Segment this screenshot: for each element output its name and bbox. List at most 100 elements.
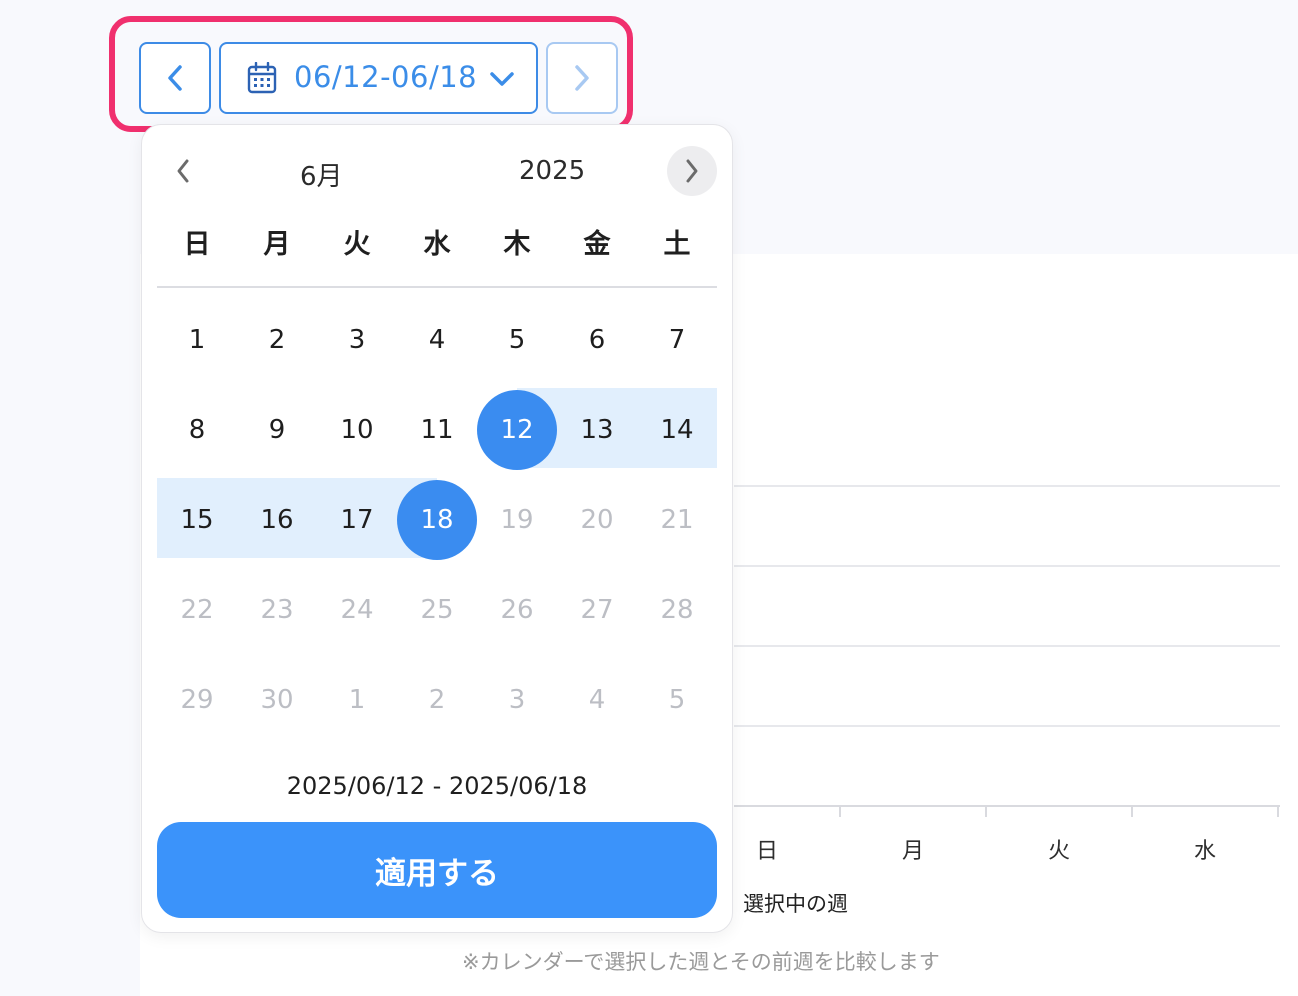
calendar-day-number: 14	[660, 415, 694, 445]
calendar-day-disabled: 30	[237, 660, 317, 740]
calendar-day-number: 15	[180, 505, 214, 535]
calendar-day[interactable]: 4	[397, 300, 477, 380]
calendar-day-number: 9	[268, 415, 286, 445]
next-month-button[interactable]	[667, 146, 717, 196]
date-range-dropdown[interactable]: 06/12-06/18	[219, 42, 538, 114]
weekday-label: 日	[183, 229, 211, 260]
calendar-day-disabled: 1	[317, 660, 397, 740]
calendar-day-number: 1	[348, 685, 366, 715]
calendar-day-number: 4	[588, 685, 606, 715]
weekday-label: 水	[423, 229, 451, 260]
calendar-day-disabled: 22	[157, 570, 237, 650]
calendar-day-number: 2	[428, 685, 446, 715]
calendar-day-number: 27	[580, 595, 614, 625]
prev-month-button[interactable]	[164, 148, 202, 194]
calendar-day-number: 5	[508, 325, 526, 355]
date-range-label: 06/12-06/18	[294, 60, 478, 94]
calendar-day[interactable]: 11	[397, 390, 477, 470]
calendar-day[interactable]: 3	[317, 300, 397, 380]
chevron-left-icon	[168, 65, 182, 91]
calendar-day[interactable]: 6	[557, 300, 637, 380]
calendar-day[interactable]: 10	[317, 390, 397, 470]
calendar-day[interactable]: 16	[237, 480, 317, 560]
calendar-day-number: 24	[340, 595, 374, 625]
calendar-day[interactable]: 7	[637, 300, 717, 380]
calendar-day[interactable]: 9	[237, 390, 317, 470]
calendar-day-number: 26	[500, 595, 534, 625]
calendar-icon	[247, 62, 277, 94]
calendar-day-disabled: 23	[237, 570, 317, 650]
calendar-day-number: 4	[428, 325, 446, 355]
calendar-day[interactable]: 14	[637, 390, 717, 470]
calendar-divider	[157, 286, 717, 288]
calendar-day-number: 20	[580, 505, 614, 535]
next-week-button[interactable]	[546, 42, 618, 114]
chart-category-label: 日	[755, 839, 778, 864]
calendar-day-number: 10	[340, 415, 374, 445]
calendar-day[interactable]: 1	[157, 300, 237, 380]
calendar-day-disabled: 27	[557, 570, 637, 650]
chevron-right-icon	[575, 65, 589, 91]
calendar-day[interactable]: 17	[317, 480, 397, 560]
calendar-day-number: 7	[668, 325, 686, 355]
calendar-day[interactable]: 8	[157, 390, 237, 470]
calendar-day-number: 8	[188, 415, 206, 445]
calendar-day[interactable]: 2	[237, 300, 317, 380]
chart-category-label: 月	[901, 839, 924, 864]
chevron-down-icon	[490, 72, 514, 86]
calendar-day-number: 11	[420, 415, 454, 445]
chart-note: ※カレンダーで選択した週とその前週を比較します	[462, 950, 940, 974]
weekday-label: 月	[263, 229, 291, 260]
calendar-day[interactable]: 13	[557, 390, 637, 470]
chart-tick	[1131, 805, 1133, 817]
calendar-day-number: 29	[180, 685, 214, 715]
calendar-month: 6月	[300, 162, 343, 192]
chart-tick	[839, 805, 841, 817]
weekday-label: 木	[503, 229, 531, 260]
weekday-label: 金	[583, 229, 611, 260]
calendar-day-disabled: 25	[397, 570, 477, 650]
selected-range-summary: 2025/06/12 - 2025/06/18	[286, 772, 588, 800]
calendar-day-number: 12	[500, 415, 534, 445]
chart-tick	[985, 805, 987, 817]
calendar-day-number: 21	[660, 505, 694, 535]
calendar-day-number: 1	[188, 325, 206, 355]
chevron-left-icon	[177, 159, 189, 183]
calendar-day-disabled: 21	[637, 480, 717, 560]
chart-legend-current-week: 選択中の週	[743, 892, 848, 916]
calendar-day-disabled: 3	[477, 660, 557, 740]
calendar-day-number: 6	[588, 325, 606, 355]
calendar-day-disabled: 5	[637, 660, 717, 740]
chart-x-axis	[734, 805, 1280, 807]
calendar-day-selected[interactable]: 12	[477, 390, 557, 470]
calendar-day-number: 16	[260, 505, 294, 535]
calendar-day[interactable]: 15	[157, 480, 237, 560]
apply-button[interactable]: 適用する	[157, 822, 717, 918]
calendar-day-number: 25	[420, 595, 454, 625]
weekday-label: 土	[663, 229, 691, 260]
calendar-day-disabled: 4	[557, 660, 637, 740]
chart-gridline	[734, 565, 1280, 567]
chart-tick	[1277, 805, 1279, 817]
calendar-day-disabled: 2	[397, 660, 477, 740]
prev-week-button[interactable]	[139, 42, 211, 114]
weekday-label: 火	[343, 229, 371, 260]
calendar-day-number: 30	[260, 685, 294, 715]
calendar-day-disabled: 20	[557, 480, 637, 560]
calendar-day-number: 18	[420, 505, 454, 535]
calendar-day-number: 5	[668, 685, 686, 715]
chart-category-label: 水	[1193, 839, 1216, 864]
calendar-day-selected[interactable]: 18	[397, 480, 477, 560]
calendar-day-number: 22	[180, 595, 214, 625]
chart-gridline	[734, 485, 1280, 487]
calendar-day-number: 3	[508, 685, 526, 715]
calendar-day-number: 17	[340, 505, 374, 535]
calendar-day[interactable]: 5	[477, 300, 557, 380]
calendar-day-disabled: 24	[317, 570, 397, 650]
calendar-day-number: 28	[660, 595, 694, 625]
calendar-day-disabled: 19	[477, 480, 557, 560]
chart-gridline	[734, 645, 1280, 647]
calendar-day-disabled: 28	[637, 570, 717, 650]
calendar-day-number: 13	[580, 415, 614, 445]
calendar-day-number: 19	[500, 505, 534, 535]
